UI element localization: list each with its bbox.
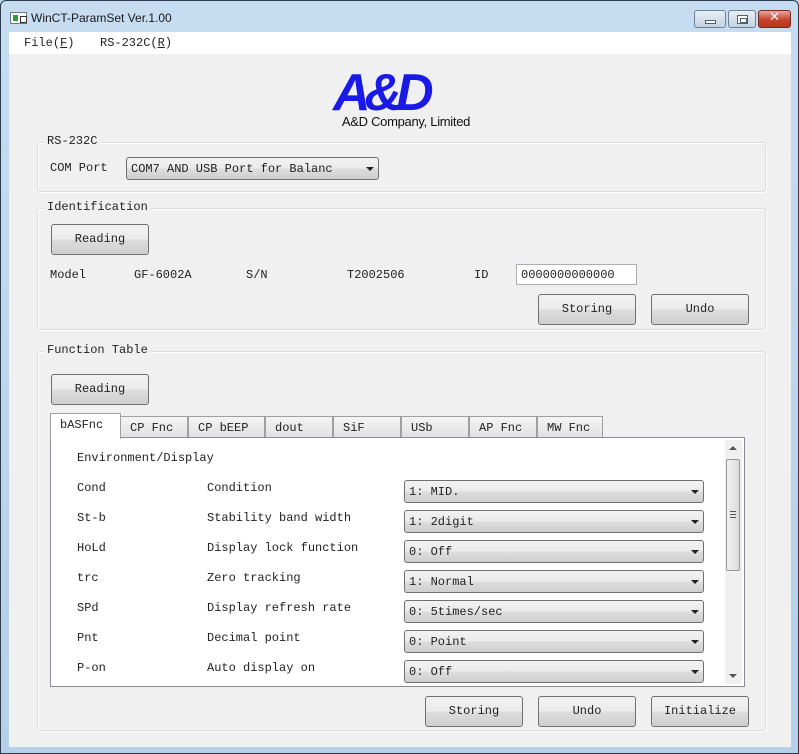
menu-file-label: File [24,36,53,50]
com-port-select[interactable]: COM7 AND USB Port for Balanc [126,157,379,180]
row-code-p-on: P-on [77,661,106,675]
maximize-button[interactable] [728,10,756,28]
rs232c-group-label: RS-232C [44,134,101,148]
select-hold[interactable]: 0: Off [404,540,704,563]
model-label: Model [50,268,87,282]
select-trc[interactable]: 1: Normal [404,570,704,593]
id-input[interactable]: 0000000000000 [516,264,637,285]
select-st-b-value: 1: 2digit [409,515,474,529]
close-icon: ✕ [769,10,780,25]
app-icon [10,12,27,24]
tab-mw-fnc[interactable]: MW Fnc [537,416,603,438]
close-button[interactable]: ✕ [758,10,791,28]
section-title: Environment/Display [77,451,214,465]
window-title: WinCT-ParamSet Ver.1.00 [31,11,172,25]
tab-basfnc[interactable]: bASFnc [50,413,121,439]
identification-reading-button[interactable]: Reading [51,224,149,255]
client-area: File(F) RS-232C(R) A&D A&D Company, Limi… [9,32,791,747]
basfnc-panel: Environment/Display Cond Condition 1: MI… [50,437,745,687]
minimize-button[interactable] [694,10,726,28]
com-port-label: COM Port [50,161,108,175]
chevron-down-icon [691,490,699,494]
app-window: WinCT-ParamSet Ver.1.00 ✕ File(F) RS-232… [0,0,799,754]
identification-group-label: Identification [44,200,151,214]
row-desc-p-on: Auto display on [207,661,316,675]
identification-storing-button[interactable]: Storing [538,294,636,325]
row-desc-cond: Condition [207,481,272,495]
row-desc-st-b: Stability band width [207,511,352,525]
row-code-spd: SPd [77,601,99,615]
initialize-button[interactable]: Initialize [651,696,749,727]
chevron-down-icon [691,670,699,674]
row-code-st-b: St-b [77,511,106,525]
function-undo-button[interactable]: Undo [538,696,636,727]
function-table-group-label: Function Table [44,343,151,357]
row-code-hold: HoLd [77,541,106,555]
select-hold-value: 0: Off [409,545,453,559]
tab-cp-fnc[interactable]: CP Fnc [120,416,188,438]
menu-rs232c-mnemonic: R [157,36,165,50]
menu-bar: File(F) RS-232C(R) [9,32,791,54]
menu-file[interactable]: File(F) [24,36,74,50]
select-cond[interactable]: 1: MID. [404,480,704,503]
tab-usb[interactable]: USb [401,416,469,438]
tab-ap-fnc[interactable]: AP Fnc [469,416,537,438]
scroll-thumb[interactable] [726,459,740,571]
row-code-pnt: Pnt [77,631,99,645]
select-pnt[interactable]: 0: Point [404,630,704,653]
rs232c-group: RS-232C COM Port COM7 AND USB Port for B… [37,134,766,192]
scroll-down-icon[interactable] [729,674,737,678]
row-desc-trc: Zero tracking [207,571,301,585]
vertical-scrollbar[interactable] [725,440,742,684]
com-port-value: COM7 AND USB Port for Balanc [131,162,333,176]
row-code-cond: Cond [77,481,106,495]
menu-file-mnemonic: F [60,36,68,50]
select-cond-value: 1: MID. [409,485,460,499]
chevron-down-icon [691,520,699,524]
serial-number-label: S/N [246,268,268,282]
id-label: ID [474,268,489,282]
chevron-down-icon [691,580,699,584]
chevron-down-icon [691,610,699,614]
function-table-reading-button[interactable]: Reading [51,374,149,405]
tab-sif[interactable]: SiF [333,416,401,438]
row-desc-pnt: Decimal point [207,631,301,645]
serial-number-value: T2002506 [347,268,405,282]
row-desc-hold: Display lock function [207,541,359,555]
select-spd[interactable]: 0: 5times/sec [404,600,704,623]
chevron-down-icon [366,167,374,171]
select-st-b[interactable]: 1: 2digit [404,510,704,533]
menu-rs232c[interactable]: RS-232C(R) [100,36,172,50]
minimize-icon [705,20,716,24]
maximize-icon [737,15,748,24]
chevron-down-icon [691,640,699,644]
tab-dout[interactable]: dout [265,416,333,438]
select-spd-value: 0: 5times/sec [409,605,503,619]
select-p-on-value: 0: Off [409,665,453,679]
menu-rs232c-label: RS-232C [100,36,151,50]
row-code-trc: trc [77,571,99,585]
select-trc-value: 1: Normal [409,575,474,589]
title-bar[interactable]: WinCT-ParamSet Ver.1.00 ✕ [1,1,798,33]
chevron-down-icon [691,550,699,554]
grip-icon [730,511,736,518]
row-desc-spd: Display refresh rate [207,601,352,615]
model-value: GF-6002A [134,268,192,282]
identification-undo-button[interactable]: Undo [651,294,749,325]
scroll-up-icon[interactable] [729,446,737,450]
company-logo: A&D A&D Company, Limited [331,64,481,130]
logo-company-name: A&D Company, Limited [341,114,471,129]
tab-cp-beep[interactable]: CP bEEP [188,416,265,438]
function-storing-button[interactable]: Storing [425,696,523,727]
select-pnt-value: 0: Point [409,635,467,649]
logo-mark: A&D [333,64,434,122]
select-p-on[interactable]: 0: Off [404,660,704,683]
identification-group: Identification Reading Model GF-6002A S/… [37,200,766,330]
